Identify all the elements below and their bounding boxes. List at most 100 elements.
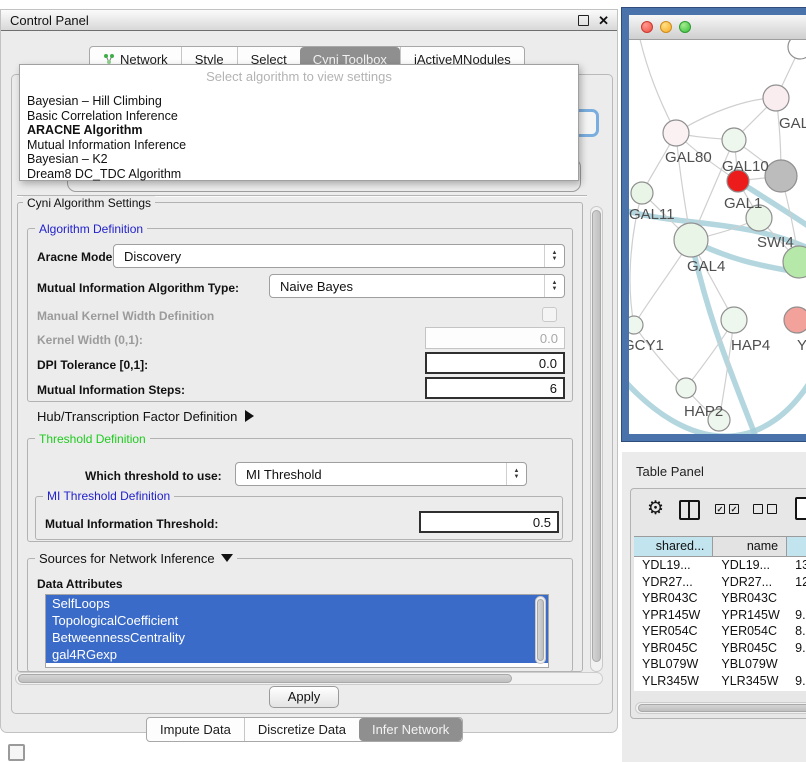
mi-algorithm-type-combobox[interactable]: Naive Bayes ▲▼	[269, 274, 565, 298]
attribute-item-selfloops[interactable]: SelfLoops	[46, 595, 548, 612]
table-cell[interactable]: YBL079W	[634, 656, 713, 673]
table-cell[interactable]: YDL19...	[634, 557, 713, 574]
table-row[interactable]: YDL19...YDL19...13	[634, 557, 806, 574]
table-row[interactable]: YLR345WYLR345W9.	[634, 673, 806, 690]
network-edge[interactable]	[634, 325, 686, 388]
table-cell[interactable]	[787, 590, 806, 607]
columns-icon[interactable]	[679, 500, 700, 520]
tab-infer-network[interactable]: Infer Network	[359, 718, 462, 741]
table-cell[interactable]: YDR27...	[713, 574, 787, 591]
mi-threshold-field[interactable]: 0.5	[419, 511, 559, 533]
kernel-width-field[interactable]: 0.0	[425, 327, 565, 349]
algorithm-option-aracne-algorithm[interactable]: ARACNE Algorithm	[23, 123, 575, 138]
table-row[interactable]: YER054CYER054C8.	[634, 623, 806, 640]
table-cell[interactable]: YBR045C	[713, 640, 787, 657]
node-label-gal11: GAL11	[629, 206, 675, 223]
table-cell[interactable]: YBR045C	[634, 640, 713, 657]
algorithm-option-mutual-information-inference[interactable]: Mutual Information Inference	[23, 138, 575, 153]
table-cell[interactable]: YDR27...	[634, 574, 713, 591]
node-label-gal10: GAL10	[722, 158, 769, 175]
algorithm-option-bayesian-hill-climbing[interactable]: Bayesian – Hill Climbing	[23, 94, 575, 109]
gear-icon[interactable]: ⚙	[647, 497, 664, 520]
table-cell[interactable]: YLR345W	[713, 673, 787, 690]
network-node[interactable]	[784, 307, 806, 333]
attribute-list-scrollbar[interactable]	[535, 596, 546, 664]
zoom-traffic-light-icon[interactable]	[679, 21, 691, 33]
network-node[interactable]	[674, 223, 708, 257]
table-row[interactable]: YBL079WYBL079W	[634, 656, 806, 673]
data-attributes-list[interactable]: SelfLoopsTopologicalCoefficientBetweenne…	[45, 594, 549, 668]
network-node[interactable]	[763, 85, 789, 111]
close-traffic-light-icon[interactable]	[641, 21, 653, 33]
attribute-item-gal4rgexp[interactable]: gal4RGexp	[46, 646, 548, 663]
close-panel-icon[interactable]: ✕	[598, 10, 609, 31]
table-cell[interactable]: 12	[787, 574, 806, 591]
select-all-columns-icon[interactable]: ✓✓	[715, 504, 739, 514]
float-window-icon[interactable]	[578, 15, 589, 26]
column-header-shared-name[interactable]: shared...	[634, 537, 713, 556]
tab-discretize-data[interactable]: Discretize Data	[244, 718, 359, 741]
table-cell[interactable]: YBR043C	[713, 590, 787, 607]
network-node[interactable]	[721, 307, 747, 333]
table-cell[interactable]: 9.	[787, 640, 806, 657]
algorithm-option-dream8-dc-tdc-algorithm[interactable]: Dream8 DC_TDC Algorithm	[23, 167, 575, 182]
which-threshold-combobox[interactable]: MI Threshold ▲▼	[235, 462, 527, 486]
column-header-name[interactable]: name	[713, 537, 787, 556]
deselect-all-columns-icon[interactable]	[753, 504, 777, 514]
network-edge[interactable]	[676, 98, 776, 133]
table-horizontal-scrollbar[interactable]	[635, 702, 806, 714]
table-cell[interactable]: YPR145W	[634, 607, 713, 624]
table-row[interactable]: YBR043CYBR043C	[634, 590, 806, 607]
network-node[interactable]	[663, 120, 689, 146]
table-cell[interactable]: YDL19...	[713, 557, 787, 574]
table-cell[interactable]: 9	[787, 689, 806, 691]
mi-steps-field[interactable]: 6	[425, 377, 565, 399]
sources-group-title[interactable]: Sources for Network Inference	[35, 551, 237, 566]
network-node[interactable]	[631, 182, 653, 204]
network-node[interactable]	[629, 316, 643, 334]
minimize-traffic-light-icon[interactable]	[660, 21, 672, 33]
tab-impute-data[interactable]: Impute Data	[147, 718, 244, 741]
network-edge[interactable]	[639, 40, 676, 133]
manual-kernel-width-checkbox[interactable]	[542, 307, 557, 322]
network-canvas[interactable]: GALGAL80GAL10GAL1GAL11SWI4GAL4GCY1HAP4YH…	[629, 40, 806, 434]
network-node[interactable]	[676, 378, 696, 398]
network-node[interactable]	[722, 128, 746, 152]
column-header-cut[interactable]	[787, 537, 806, 556]
node-label-gal: GAL	[779, 115, 806, 132]
aracne-mode-combobox[interactable]: Discovery ▲▼	[113, 244, 565, 268]
network-node[interactable]	[788, 40, 806, 59]
table-cell[interactable]: YER054C	[713, 623, 787, 640]
settings-horizontal-scrollbar[interactable]	[15, 672, 603, 685]
table-cell[interactable]: YBL079W	[713, 656, 787, 673]
table-cell[interactable]: YER054C	[634, 623, 713, 640]
node-table[interactable]: shared... name YDL19...YDL19...13YDR27..…	[634, 536, 806, 691]
table-cell[interactable]: YLR345W	[634, 673, 713, 690]
settings-vertical-scrollbar[interactable]	[590, 206, 603, 672]
table-cell[interactable]: YIL052C	[634, 689, 713, 691]
attribute-item-betweennesscentrality[interactable]: BetweennessCentrality	[46, 629, 548, 646]
network-node[interactable]	[765, 160, 797, 192]
export-table-icon[interactable]	[795, 497, 806, 520]
apply-button[interactable]: Apply	[269, 686, 339, 708]
dpi-tolerance-field[interactable]: 0.0	[425, 352, 565, 374]
table-cell[interactable]: YIL052C	[713, 689, 787, 691]
network-window-titlebar[interactable]	[629, 15, 806, 40]
table-row[interactable]: YDR27...YDR27...12	[634, 574, 806, 591]
attribute-item-topologicalcoefficient[interactable]: TopologicalCoefficient	[46, 612, 548, 629]
table-row[interactable]: YBR045CYBR045C9.	[634, 640, 806, 657]
table-cell[interactable]: 8.	[787, 623, 806, 640]
table-cell[interactable]: 9.	[787, 607, 806, 624]
minimized-panel-icon[interactable]	[8, 744, 25, 761]
table-cell[interactable]: YPR145W	[713, 607, 787, 624]
algorithm-option-bayesian-k2[interactable]: Bayesian – K2	[23, 152, 575, 167]
table-row[interactable]: YPR145WYPR145W9.	[634, 607, 806, 624]
table-cell[interactable]: 9.	[787, 673, 806, 690]
manual-kernel-width-label: Manual Kernel Width Definition	[37, 308, 214, 324]
table-cell[interactable]	[787, 656, 806, 673]
table-cell[interactable]: 13	[787, 557, 806, 574]
table-cell[interactable]: YBR043C	[634, 590, 713, 607]
algorithm-option-basic-correlation-inference[interactable]: Basic Correlation Inference	[23, 109, 575, 124]
table-row[interactable]: YIL052CYIL052C9	[634, 689, 806, 691]
hub-section-toggle[interactable]: Hub/Transcription Factor Definition	[37, 409, 254, 425]
